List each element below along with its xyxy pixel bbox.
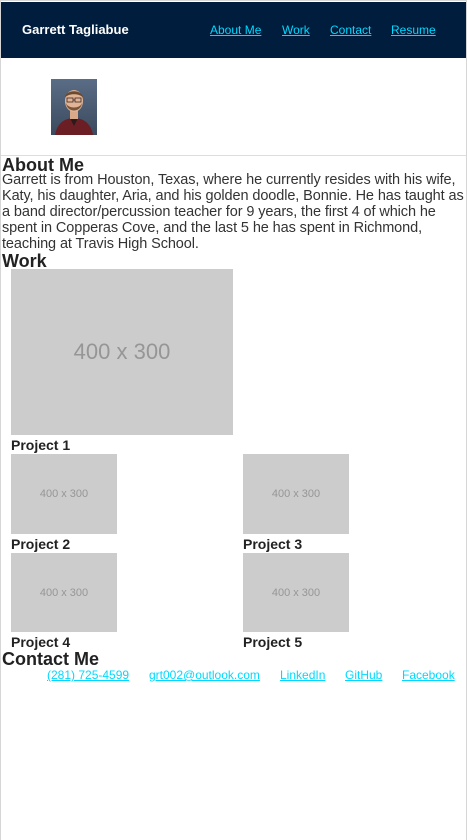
contact-linkedin-link[interactable]: LinkedIn (280, 668, 325, 683)
project-4-title: Project 4 (11, 634, 71, 650)
profile-photo (51, 79, 97, 135)
contact-email-link[interactable]: grt002@outlook.com (149, 668, 260, 683)
nav-link-resume[interactable]: Resume (391, 23, 436, 38)
site-name: Garrett Tagliabue (22, 22, 129, 37)
contact-facebook-link[interactable]: Facebook (402, 668, 455, 683)
about-text: Garrett is from Houston, Texas, where he… (2, 172, 464, 252)
contact-heading: Contact Me (2, 649, 100, 669)
project-4-image[interactable]: 400 x 300 (11, 553, 117, 632)
navbar: Garrett Tagliabue About Me Work Contact … (1, 2, 466, 58)
project-5-image[interactable]: 400 x 300 (243, 553, 349, 632)
project-3-title: Project 3 (243, 536, 303, 552)
project-1-title: Project 1 (11, 437, 71, 453)
work-heading: Work (2, 251, 47, 271)
nav-link-contact[interactable]: Contact (330, 23, 371, 38)
project-2-image[interactable]: 400 x 300 (11, 454, 117, 534)
project-1-image[interactable]: 400 x 300 (11, 269, 233, 435)
nav-link-work[interactable]: Work (282, 23, 310, 38)
portrait-photo-icon (51, 79, 97, 135)
project-2-title: Project 2 (11, 536, 71, 552)
contact-phone-link[interactable]: (281) 725-4599 (47, 668, 129, 683)
project-3-image[interactable]: 400 x 300 (243, 454, 349, 534)
contact-github-link[interactable]: GitHub (345, 668, 382, 683)
project-5-title: Project 5 (243, 634, 303, 650)
nav-link-about[interactable]: About Me (210, 23, 261, 38)
